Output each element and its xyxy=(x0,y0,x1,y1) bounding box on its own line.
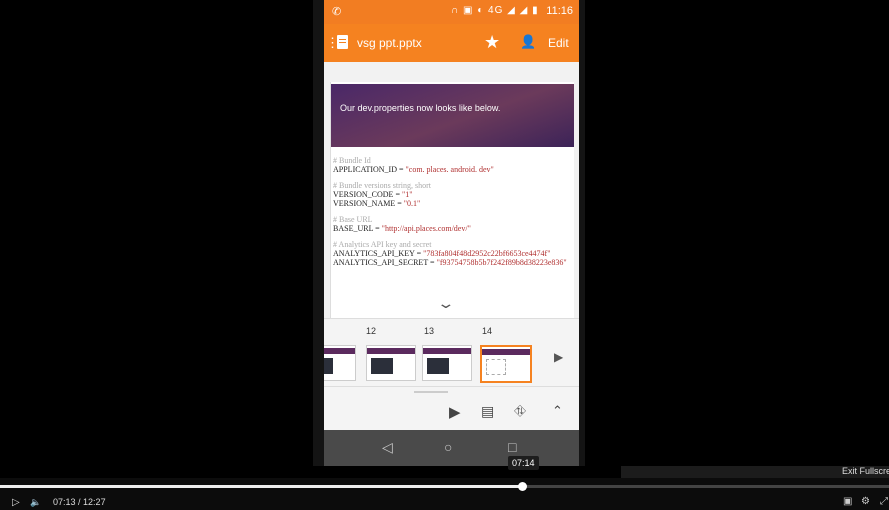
back-icon[interactable]: ◁ xyxy=(382,439,393,456)
play-icon[interactable]: ▷ xyxy=(12,497,20,508)
code-comment: # Analytics API key and secret xyxy=(333,240,432,249)
code-key: APPLICATION_ID = xyxy=(333,165,406,174)
volume-icon[interactable]: 🔈 xyxy=(30,497,41,508)
code-value: "http://api.places.com/dev/" xyxy=(381,224,471,233)
status-bar: ✆ ∩ ▣ ◐ 4G ◢ ◢ ▮ 11:16 xyxy=(324,0,579,24)
settings-icon[interactable]: ⚙ xyxy=(861,496,870,507)
document-icon xyxy=(337,35,348,49)
code-key: VERSION_CODE = xyxy=(333,190,402,199)
code-line: VERSION_NAME = "0.1" xyxy=(333,199,573,208)
code-line: BASE_URL = "http://api.places.com/dev/" xyxy=(333,224,573,233)
thumbnail-number: 12 xyxy=(366,326,377,336)
slide-thumbnail-11[interactable] xyxy=(324,345,356,381)
seek-time-tooltip: 07:14 xyxy=(508,456,539,470)
video-progress-bar[interactable] xyxy=(0,482,889,491)
status-icons: ∩ ▣ ◐ 4G ◢ ◢ ▮ xyxy=(451,5,539,16)
call-icon: ✆ xyxy=(332,6,342,18)
code-key: BASE_URL = xyxy=(333,224,382,233)
home-icon[interactable]: ○ xyxy=(444,439,452,455)
code-key: ANALYTICS_API_SECRET = xyxy=(333,258,437,267)
code-comment: # Base URL xyxy=(333,215,373,224)
chevron-up-icon[interactable]: ⌃ xyxy=(552,403,563,419)
notes-icon[interactable]: ▤ xyxy=(481,403,494,420)
progress-played xyxy=(0,485,523,488)
network-label: 4G xyxy=(488,5,504,16)
code-comment: # Bundle versions string, short xyxy=(333,181,431,190)
code-line: APPLICATION_ID = "com. places. android. … xyxy=(333,165,573,174)
captions-icon[interactable]: ▣ xyxy=(843,496,852,507)
code-value: "f93754758b5b7f242f89b8d38223e836" xyxy=(436,258,567,267)
slide-thumbnail-12[interactable] xyxy=(366,345,416,381)
binoculars-icon[interactable]: ⛗ xyxy=(514,403,526,420)
app-bar: ⋮ vsg ppt.pptx ★ 👤 Edit xyxy=(324,24,579,62)
chevron-down-icon[interactable]: ⌄ xyxy=(436,295,455,312)
next-arrow-icon[interactable]: ▶ xyxy=(554,350,563,364)
file-name: vsg ppt.pptx xyxy=(357,36,422,50)
status-time: 11:16 xyxy=(546,5,573,17)
android-nav-bar: ◁ ○ □ xyxy=(324,430,579,466)
play-slideshow-icon[interactable]: ▶ xyxy=(449,403,461,421)
thumbnail-strip: 12 13 14 ▶ xyxy=(324,318,579,387)
share-user-icon[interactable]: 👤 xyxy=(520,34,536,50)
slide-thumbnail-13[interactable] xyxy=(422,345,472,381)
phone-screen: ✆ ∩ ▣ ◐ 4G ◢ ◢ ▮ 11:16 ⋮ vsg ppt.pptx ★ … xyxy=(324,0,579,466)
code-key: VERSION_NAME = xyxy=(333,199,404,208)
code-line: VERSION_CODE = "1" xyxy=(333,190,573,199)
thumbnail-number: 14 xyxy=(482,326,493,336)
drag-handle[interactable] xyxy=(414,391,448,393)
code-value: "0.1" xyxy=(403,199,421,208)
slide-banner: Our dev.properties now looks like below. xyxy=(331,84,574,147)
edit-button[interactable]: Edit xyxy=(548,36,569,50)
code-value: "783fa804f48d2952c22bf6653ce4474f" xyxy=(423,249,551,258)
star-icon[interactable]: ★ xyxy=(484,32,500,53)
slide-viewer[interactable]: Our dev.properties now looks like below.… xyxy=(324,62,579,360)
bottom-toolbar: ▶ ▤ ⛗ ⌃ xyxy=(324,386,579,431)
code-key: ANALYTICS_API_KEY = xyxy=(333,249,424,258)
exit-fullscreen-tooltip: Exit Fullscreen xyxy=(842,466,889,476)
video-control-bar xyxy=(0,478,889,510)
code-line: ANALYTICS_API_SECRET = "f93754758b5b7f24… xyxy=(333,258,573,267)
code-comment: # Bundle Id xyxy=(333,156,371,165)
code-value: "com. places. android. dev" xyxy=(405,165,494,174)
fullscreen-icon[interactable]: ⤢ xyxy=(880,496,888,507)
slide-code-block: # Bundle Id APPLICATION_ID = "com. places… xyxy=(333,156,573,267)
slide-heading: Our dev.properties now looks like below. xyxy=(340,103,501,113)
thumbnail-number: 13 xyxy=(424,326,435,336)
code-value: "1" xyxy=(401,190,413,199)
code-line: ANALYTICS_API_KEY = "783fa804f48d2952c22… xyxy=(333,249,573,258)
total-time: 12:27 xyxy=(83,497,106,507)
recents-icon[interactable]: □ xyxy=(508,439,516,455)
time-display: 07:13 / 12:27 xyxy=(53,497,106,507)
slide-thumbnail-14[interactable] xyxy=(480,345,532,383)
current-time: 07:13 xyxy=(53,497,76,507)
